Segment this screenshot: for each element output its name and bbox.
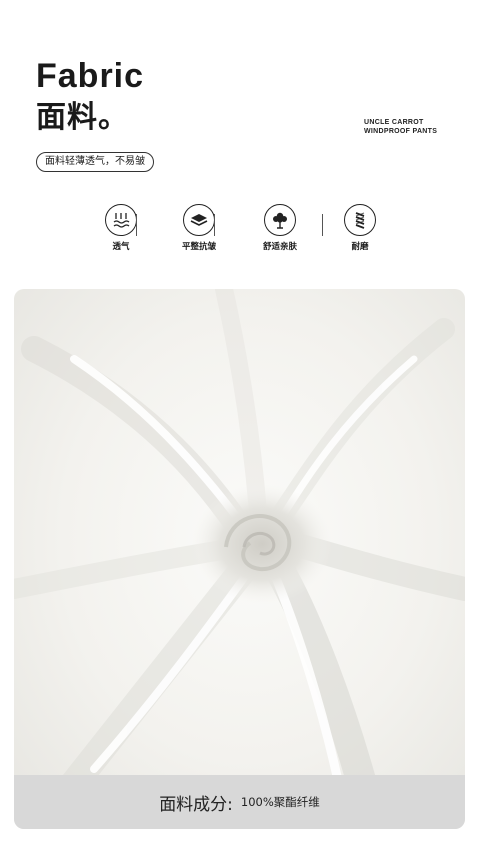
divider xyxy=(214,214,215,236)
fabric-photo: 面料成分: 100%聚酯纤维 xyxy=(14,289,465,829)
tagline-pill: 面料轻薄透气，不易皱 xyxy=(36,152,154,172)
cotton-icon xyxy=(264,204,296,236)
feature-wrinkle-resistant: 平整抗皱 xyxy=(169,204,229,253)
brand-line-1: UNCLE CARROT xyxy=(364,119,424,126)
feature-list: 透气 平整抗皱 舒适亲肤 耐磨 xyxy=(96,204,382,264)
divider xyxy=(136,214,137,236)
composition-label: 面料成分: xyxy=(159,794,233,815)
breathable-icon xyxy=(105,204,137,236)
fabric-swirl-image xyxy=(14,289,465,829)
brand-label: UNCLE CARROT WINDPROOF PANTS xyxy=(364,118,437,136)
composition-bar: 面料成分: 100%聚酯纤维 xyxy=(14,775,465,829)
feature-label: 舒适亲肤 xyxy=(262,242,297,252)
page-title-cn: 面料。 xyxy=(36,100,129,135)
feature-label: 耐磨 xyxy=(351,242,369,252)
feature-label: 透气 xyxy=(112,242,130,252)
durable-icon xyxy=(344,204,376,236)
composition-value: 100%聚酯纤维 xyxy=(240,795,320,809)
feature-comfortable: 舒适亲肤 xyxy=(250,204,310,253)
feature-label: 平整抗皱 xyxy=(181,242,216,252)
divider xyxy=(322,214,323,236)
feature-breathable: 透气 xyxy=(91,204,151,253)
feature-durable: 耐磨 xyxy=(330,204,390,253)
wrinkle-resistant-icon xyxy=(183,204,215,236)
page-title-en: Fabric xyxy=(36,57,145,95)
brand-line-2: WINDPROOF PANTS xyxy=(364,128,438,135)
